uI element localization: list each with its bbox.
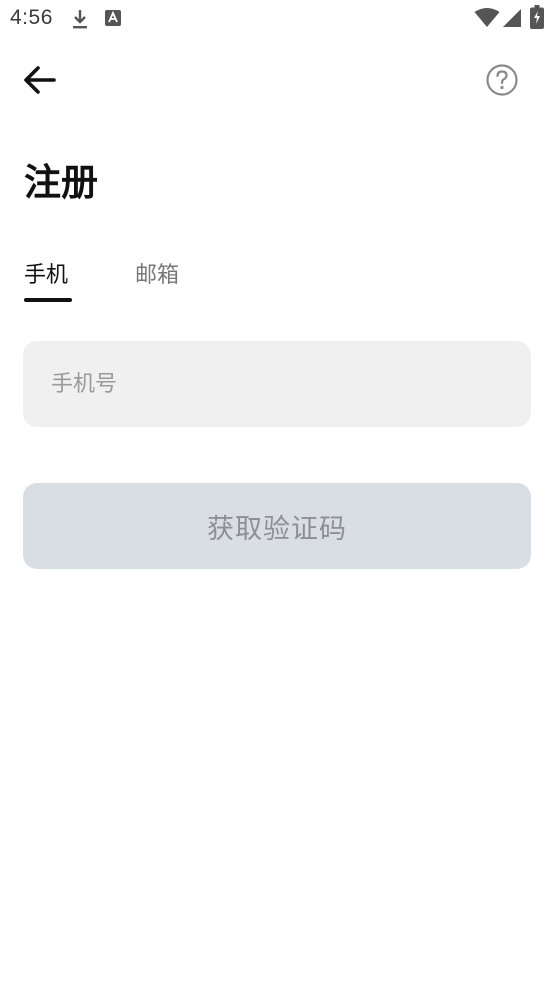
text-a-icon — [105, 10, 121, 26]
get-verification-code-button[interactable]: 获取验证码 — [23, 483, 531, 569]
help-button[interactable] — [476, 54, 528, 106]
status-bar: 4:56 — [0, 0, 554, 36]
phone-input[interactable] — [49, 370, 505, 398]
arrow-left-icon — [24, 66, 56, 94]
register-screen: 4:56 注册 手机 邮箱 手机号 获取验证码 — [0, 0, 554, 984]
page-title: 注册 — [24, 161, 98, 204]
battery-charging-icon — [530, 5, 544, 29]
active-tab-indicator — [24, 298, 72, 302]
question-circle-icon — [486, 64, 518, 96]
phone-field[interactable] — [23, 341, 531, 427]
download-icon — [73, 10, 87, 29]
tab-phone[interactable]: 手机 — [24, 258, 68, 294]
signal-icon — [503, 9, 521, 27]
status-time: 4:56 — [10, 6, 53, 29]
wifi-icon — [474, 8, 500, 27]
back-button[interactable] — [14, 54, 66, 106]
tab-email[interactable]: 邮箱 — [135, 258, 179, 294]
